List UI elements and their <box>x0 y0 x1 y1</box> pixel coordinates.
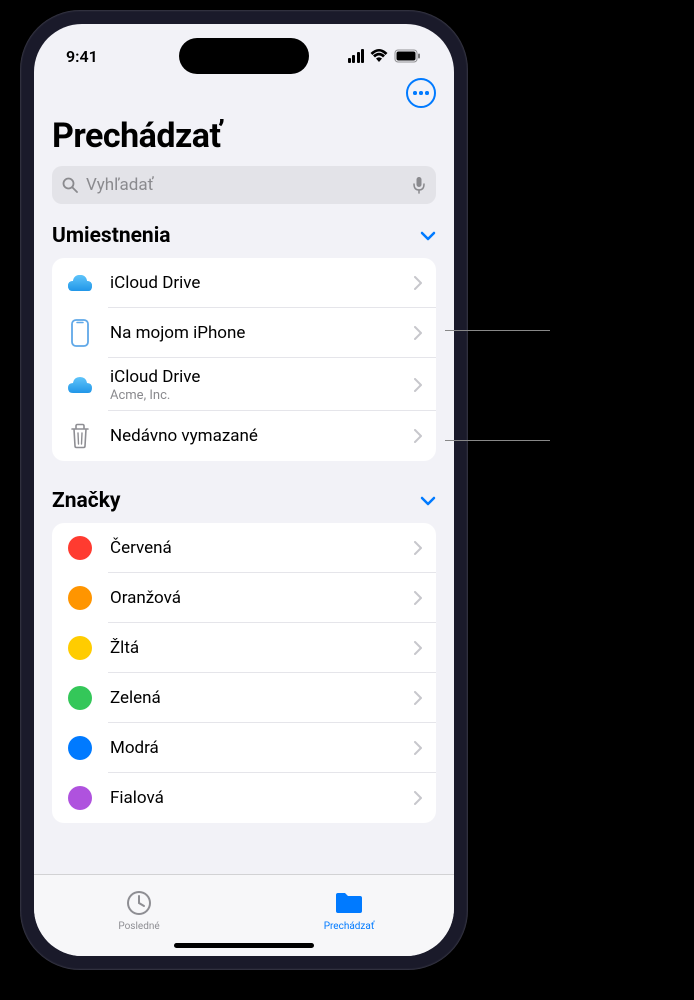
screen: 9:41 Prechádzať <box>34 24 454 956</box>
home-indicator[interactable] <box>174 943 314 948</box>
row-label: iCloud Drive <box>110 272 398 294</box>
tag-dot <box>68 586 92 610</box>
chevron-right-icon <box>414 429 422 443</box>
iphone-icon <box>66 319 94 347</box>
callout-line <box>445 440 550 441</box>
row-label: Nedávno vymazané <box>110 425 398 447</box>
dynamic-island <box>179 38 309 74</box>
tab-label: Posledné <box>118 921 159 932</box>
section-title: Umiestnenia <box>52 224 171 248</box>
cellular-icon <box>348 49 365 63</box>
folder-icon <box>334 888 364 918</box>
tag-dot <box>68 686 92 710</box>
mic-icon[interactable] <box>412 176 426 194</box>
section-header-tags[interactable]: Značky <box>34 489 454 513</box>
wifi-icon <box>370 49 388 63</box>
chevron-right-icon <box>414 691 422 705</box>
tags-list: Červená Oranžová Žltá <box>52 523 436 823</box>
tag-row-orange[interactable]: Oranžová <box>52 573 436 623</box>
chevron-down-icon <box>420 231 436 241</box>
tag-row-blue[interactable]: Modrá <box>52 723 436 773</box>
row-label: Zelená <box>110 687 398 709</box>
row-label: Žltá <box>110 637 398 659</box>
row-label: Fialová <box>110 787 398 809</box>
tag-row-red[interactable]: Červená <box>52 523 436 573</box>
search-input[interactable]: Vyhľadať <box>52 166 436 204</box>
tag-dot <box>68 536 92 560</box>
chevron-right-icon <box>414 641 422 655</box>
tag-row-purple[interactable]: Fialová <box>52 773 436 823</box>
search-placeholder: Vyhľadať <box>86 175 404 195</box>
chevron-down-icon <box>420 496 436 506</box>
chevron-right-icon <box>414 326 422 340</box>
tag-row-green[interactable]: Zelená <box>52 673 436 723</box>
phone-frame: 9:41 Prechádzať <box>20 10 468 970</box>
status-time: 9:41 <box>66 47 98 66</box>
battery-icon <box>394 49 422 63</box>
row-label: Na mojom iPhone <box>110 322 398 344</box>
tag-row-yellow[interactable]: Žltá <box>52 623 436 673</box>
clock-icon <box>124 888 154 918</box>
location-row-icloud[interactable]: iCloud Drive <box>52 258 436 308</box>
icloud-icon <box>66 371 94 399</box>
search-icon <box>62 177 78 193</box>
tab-recent[interactable]: Posledné <box>34 875 244 938</box>
status-icons <box>348 49 423 63</box>
tag-dot <box>68 736 92 760</box>
locations-list: iCloud Drive Na mojom iPhone <box>52 258 436 461</box>
location-row-iphone[interactable]: Na mojom iPhone <box>52 308 436 358</box>
icloud-icon <box>66 269 94 297</box>
chevron-right-icon <box>414 741 422 755</box>
chevron-right-icon <box>414 591 422 605</box>
chevron-right-icon <box>414 378 422 392</box>
page-title: Prechádzať <box>34 116 454 156</box>
location-row-trash[interactable]: Nedávno vymazané <box>52 411 436 461</box>
chevron-right-icon <box>414 791 422 805</box>
row-label: Oranžová <box>110 587 398 609</box>
row-label: iCloud Drive <box>110 366 398 388</box>
chevron-right-icon <box>414 276 422 290</box>
section-header-locations[interactable]: Umiestnenia <box>34 224 454 248</box>
row-label: Červená <box>110 537 398 559</box>
tab-browse[interactable]: Prechádzať <box>244 875 454 938</box>
row-sublabel: Acme, Inc. <box>110 388 398 403</box>
trash-icon <box>66 422 94 450</box>
tag-dot <box>68 786 92 810</box>
chevron-right-icon <box>414 541 422 555</box>
row-label: Modrá <box>110 737 398 759</box>
location-row-icloud-work[interactable]: iCloud Drive Acme, Inc. <box>52 358 436 411</box>
section-title: Značky <box>52 489 121 513</box>
more-button[interactable] <box>406 78 436 108</box>
tag-dot <box>68 636 92 660</box>
tab-label: Prechádzať <box>324 921 375 932</box>
callout-line <box>445 330 550 331</box>
